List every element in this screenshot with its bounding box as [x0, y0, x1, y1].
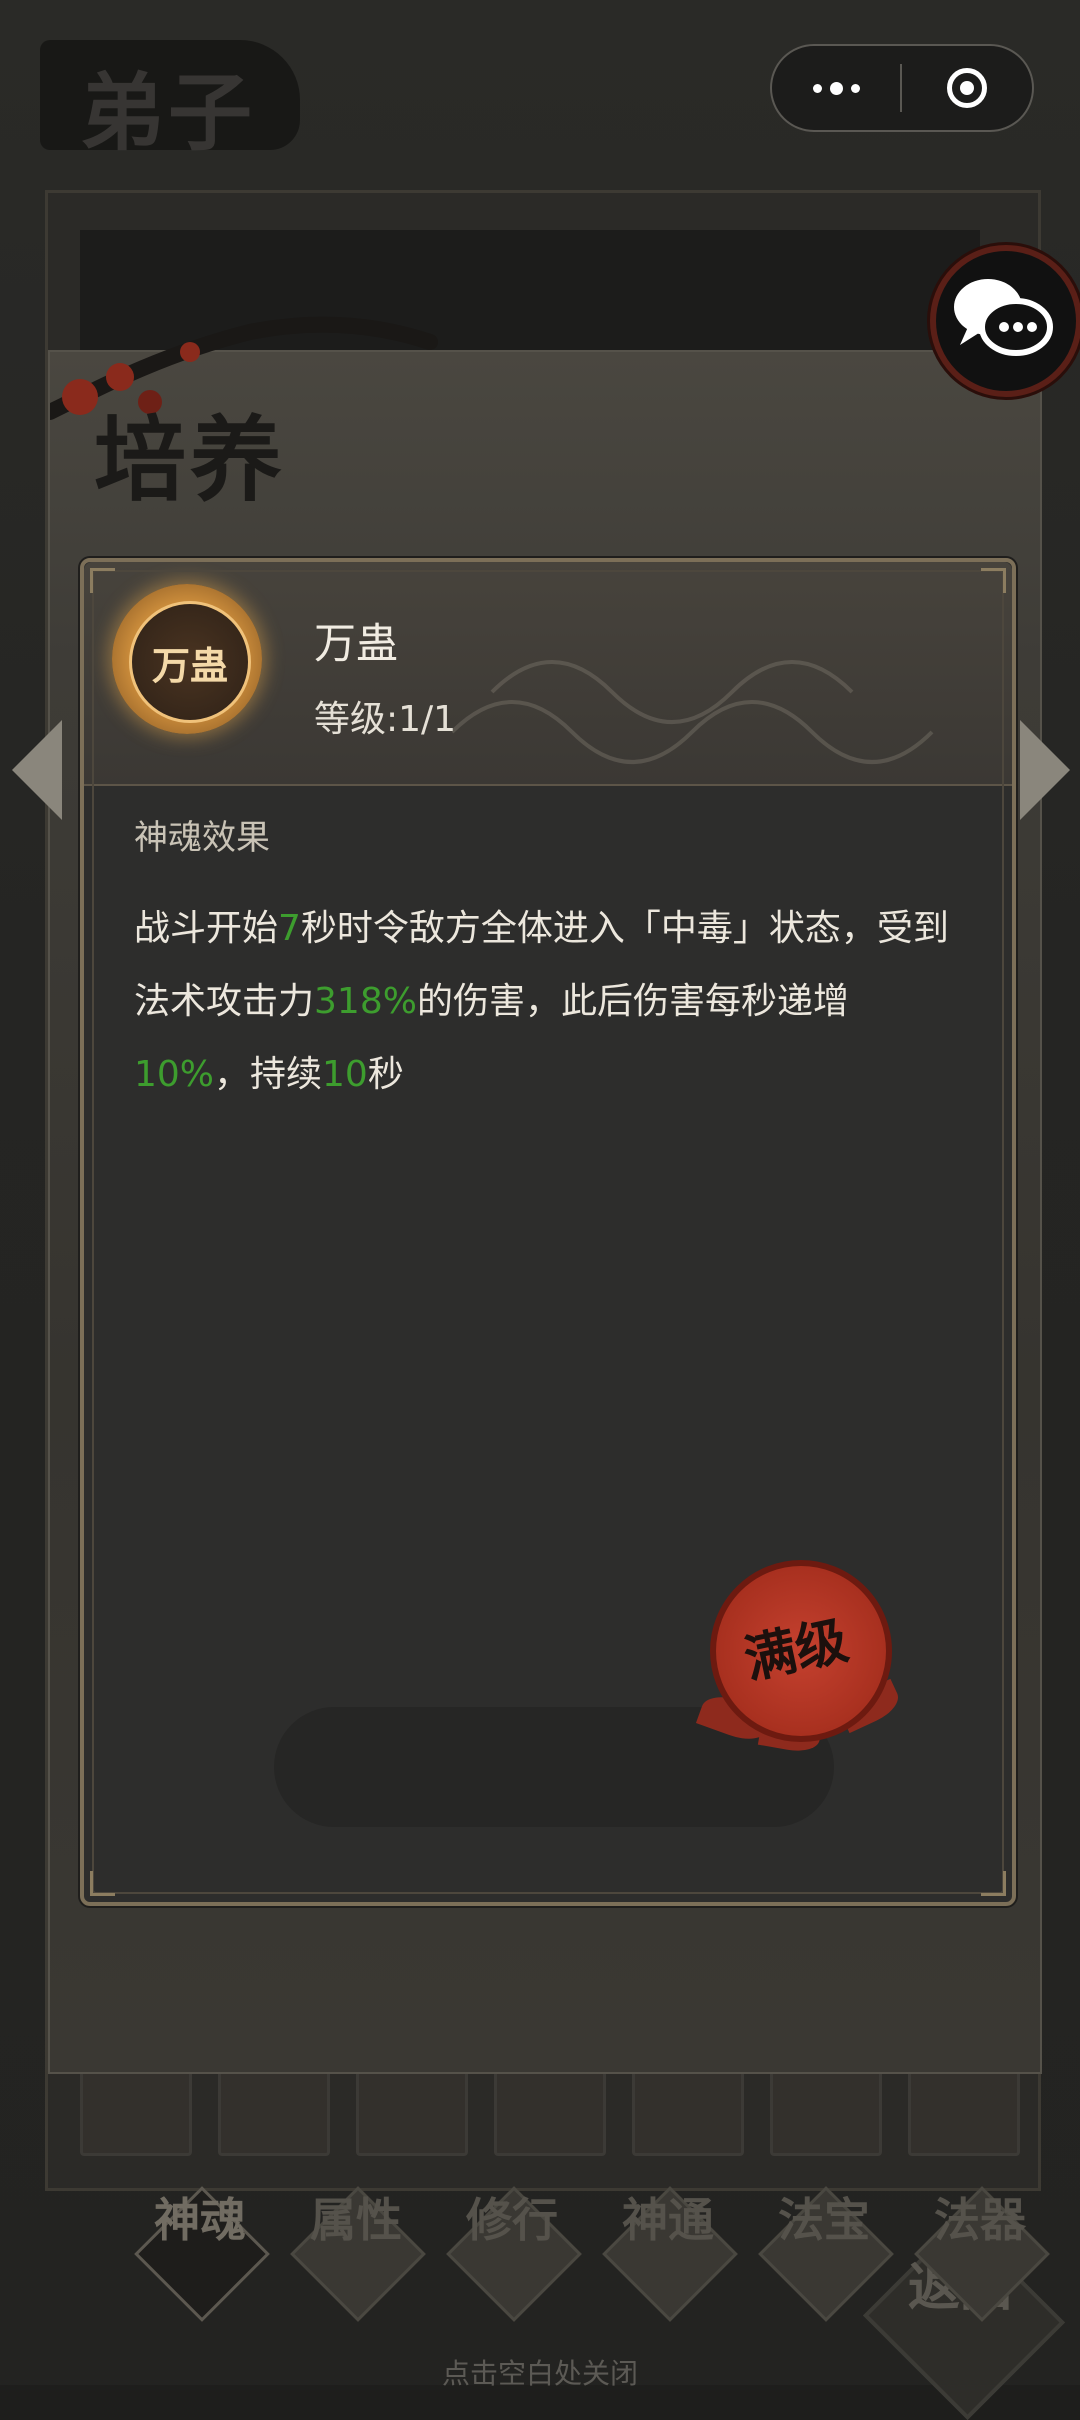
- level-label: 等级:: [314, 699, 399, 740]
- tab-soul[interactable]: 神魂: [134, 2186, 270, 2322]
- skill-name: 万蛊: [314, 619, 399, 668]
- card-corner: [981, 1871, 1006, 1896]
- tab-artifact[interactable]: 法器: [914, 2186, 1050, 2322]
- chat-bubble-icon: [954, 279, 1053, 356]
- tab-treasure[interactable]: 法宝: [758, 2186, 894, 2322]
- desc-text: 秒: [367, 1054, 404, 1095]
- desc-value: 10: [322, 1054, 368, 1095]
- section-title: 神魂效果: [134, 818, 270, 858]
- close-hint: 点击空白处关闭: [441, 2357, 638, 2390]
- card-corner: [981, 568, 1006, 593]
- seal-label: 满级: [738, 1609, 854, 1691]
- desc-text: 战斗开始: [134, 908, 279, 949]
- desc-text: 的伤害，此后伤害每秒递增: [416, 981, 849, 1022]
- skill-level: 等级:1/1: [314, 690, 456, 742]
- panel-tab-bar: 神魂 属性 修行 神通 法宝 法器: [134, 2186, 1050, 2342]
- wave-pattern-decoration: [452, 660, 934, 764]
- card-corner: [90, 1871, 115, 1896]
- desc-text: ，持续: [214, 1054, 323, 1095]
- level-value: 1/1: [398, 699, 457, 740]
- card-header: 万蛊 万蛊 等级:1/1: [84, 562, 1012, 786]
- previous-arrow-icon[interactable]: [12, 720, 62, 820]
- tab-attributes[interactable]: 属性: [290, 2186, 426, 2322]
- chat-button[interactable]: [930, 245, 1080, 397]
- more-dots-icon: [829, 81, 843, 95]
- tab-label: 神魂: [154, 2193, 246, 2247]
- card-corner: [90, 568, 115, 593]
- desc-value: 318%: [314, 981, 417, 1022]
- page-title: 弟子: [80, 63, 257, 162]
- more-button[interactable]: [772, 46, 900, 130]
- page-title-bg: 弟子: [40, 40, 300, 162]
- tab-skills[interactable]: 神通: [602, 2186, 738, 2322]
- max-level-seal: 满级: [695, 1560, 920, 1760]
- skill-description: 战斗开始7秒时令敌方全体进入「中毒」状态，受到法术攻击力318%的伤害，此后伤害…: [134, 892, 964, 1111]
- more-dots-icon: [850, 83, 860, 93]
- next-arrow-icon[interactable]: [1020, 720, 1070, 820]
- desc-value: 7: [278, 908, 301, 949]
- miniprogram-capsule: [770, 44, 1034, 132]
- tab-label: 神通: [622, 2193, 714, 2247]
- skill-emblem-icon: 万蛊: [112, 584, 262, 734]
- tab-label: 属性: [310, 2193, 402, 2247]
- panel-title: 培养: [94, 406, 287, 514]
- tab-label: 修行: [466, 2193, 558, 2247]
- tab-cultivation[interactable]: 修行: [446, 2186, 582, 2322]
- tab-label: 法器: [934, 2193, 1026, 2247]
- close-miniprogram-button[interactable]: [902, 46, 1032, 130]
- record-close-icon: [947, 68, 987, 108]
- emblem-label: 万蛊: [151, 643, 228, 688]
- desc-value: 10%: [134, 1054, 215, 1095]
- tab-label: 法宝: [778, 2193, 870, 2247]
- more-dots-icon: [812, 83, 822, 93]
